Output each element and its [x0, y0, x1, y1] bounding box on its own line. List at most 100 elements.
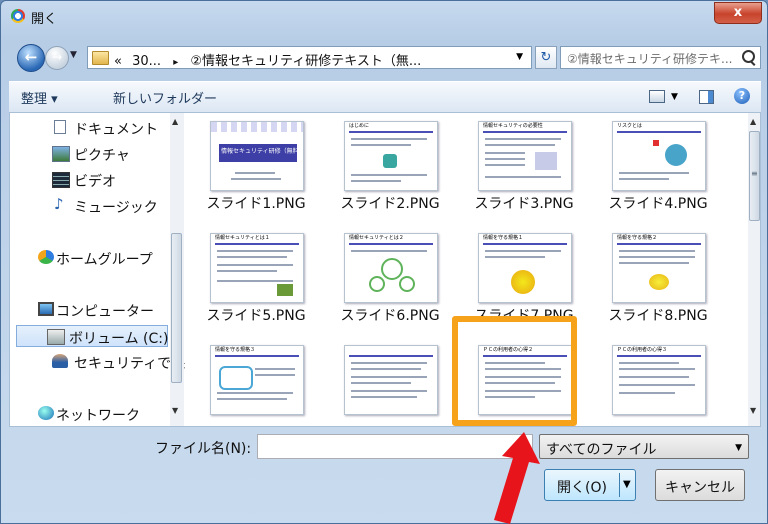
sidebar-item-security[interactable]: セキュリティで保	[10, 351, 185, 373]
sidebar-item-documents[interactable]: ドキュメント	[10, 117, 178, 139]
open-button[interactable]: 開く(O) ▼	[544, 469, 636, 501]
red-arrow-annotation	[494, 432, 540, 524]
file-thumbnail: 情報を守る規格３	[210, 345, 304, 415]
open-button-label: 開く(O)	[557, 480, 607, 496]
file-thumbnail: ＰＣの利用者の心得３	[612, 345, 706, 415]
file-item[interactable]: 情報セキュリティの必要性 スライド3.PNG	[462, 113, 582, 213]
file-thumbnail: 情報を守る規格２	[612, 233, 706, 303]
sidebar-item-label: ミュージック	[74, 200, 158, 216]
command-bar: 整理 ▾ 新しいフォルダー ▼ ?	[9, 81, 761, 113]
refresh-button[interactable]: ↻	[535, 46, 557, 69]
window-title: 開く	[31, 12, 58, 27]
sidebar-item-label: ホームグループ	[56, 252, 153, 268]
chevron-down-icon: ▼	[735, 443, 742, 453]
network-icon	[38, 406, 54, 420]
sidebar-item-label: ドキュメント	[74, 122, 158, 138]
breadcrumb-segment-2[interactable]: ②情報セキュリティ研修テキスト（無...	[190, 54, 421, 69]
scroll-up-icon[interactable]: ▲	[172, 117, 178, 126]
thumbnail-title: はじめに	[349, 123, 370, 129]
sidebar-scrollbar[interactable]: ▲ ▼	[170, 113, 184, 426]
thumbnail-title: 情報を守る規格２	[617, 235, 658, 241]
sidebar-item-volume-c[interactable]: ボリューム (C:)	[16, 325, 168, 347]
navigation-bar: ← → ▼ « 30... ▸ ②情報セキュリティ研修テキスト（無... ▼ ↻…	[9, 37, 761, 79]
file-name: スライド2.PNG	[340, 196, 440, 212]
user-icon	[52, 354, 68, 368]
sidebar-item-pictures[interactable]: ピクチャ	[10, 143, 178, 165]
file-name: スライド8.PNG	[608, 308, 708, 324]
open-options-dropdown-icon[interactable]: ▼	[623, 479, 631, 490]
file-list-scrollbar[interactable]: ▲ ≡ ▼	[748, 113, 760, 426]
file-item[interactable]: 情報を守る規格３	[194, 337, 314, 426]
breadcrumb-segment-1[interactable]: 30...	[132, 54, 161, 69]
sidebar-item-homegroup[interactable]: ホームグループ	[10, 247, 178, 269]
thumbnail-title: 情報を守る規格１	[483, 235, 524, 241]
split-divider	[619, 473, 620, 497]
file-thumbnail	[344, 345, 438, 415]
drive-icon	[47, 329, 65, 345]
sidebar-item-network[interactable]: ネットワーク	[10, 403, 178, 425]
thumbnail-title: リスクとは	[617, 123, 643, 129]
file-thumbnail: 情報セキュリティとは２	[344, 233, 438, 303]
search-input[interactable]: ②情報セキュリティ研修テキ...	[560, 46, 761, 69]
cancel-button[interactable]: キャンセル	[655, 469, 745, 501]
help-icon[interactable]: ?	[734, 88, 750, 104]
back-button[interactable]: ←	[17, 44, 45, 72]
thumbnail-title: 情報セキュリティ研修（無料トライアル版）	[221, 148, 303, 155]
file-thumbnail: 情報セキュリティ研修（無料トライアル版）	[210, 121, 304, 191]
file-name: スライド1.PNG	[206, 196, 306, 212]
address-bar[interactable]: « 30... ▸ ②情報セキュリティ研修テキスト（無... ▼	[87, 46, 532, 69]
breadcrumb-prefix[interactable]: «	[114, 54, 122, 69]
file-thumbnail: リスクとは	[612, 121, 706, 191]
file-thumbnail: 情報セキュリティとは１	[210, 233, 304, 303]
file-item[interactable]: リスクとは スライド4.PNG	[596, 113, 716, 213]
sidebar-item-videos[interactable]: ビデオ	[10, 169, 178, 191]
close-button[interactable]: x	[714, 2, 762, 24]
sidebar-item-music[interactable]: ♪ ミュージック	[10, 195, 178, 217]
scroll-down-icon[interactable]: ▼	[750, 406, 756, 415]
highlight-box	[452, 316, 577, 426]
file-item[interactable]	[328, 337, 448, 426]
computer-icon	[38, 302, 54, 316]
file-item[interactable]: 情報セキュリティとは１ スライド5.PNG	[194, 225, 314, 325]
homegroup-icon	[38, 250, 54, 264]
chrome-icon	[11, 9, 25, 23]
scroll-up-icon[interactable]: ▲	[750, 117, 756, 126]
file-thumbnail: 情報セキュリティの必要性	[478, 121, 572, 191]
file-name: スライド3.PNG	[474, 196, 574, 212]
file-item[interactable]: はじめに スライド2.PNG	[328, 113, 448, 213]
recent-locations-dropdown[interactable]: ▼	[70, 50, 77, 60]
file-item[interactable]: ＰＣの利用者の心得３	[596, 337, 716, 426]
scroll-grip-icon: ≡	[751, 169, 758, 178]
file-item[interactable]: 情報セキュリティとは２ スライド6.PNG	[328, 225, 448, 325]
sidebar-item-label: ボリューム (C:)	[69, 331, 169, 347]
preview-pane-icon[interactable]	[699, 90, 714, 104]
file-item[interactable]: 情報を守る規格１ スライド7.PNG	[462, 225, 582, 325]
view-options-icon[interactable]	[649, 90, 665, 103]
folder-icon	[92, 51, 109, 65]
breadcrumb-separator: ▸	[173, 57, 179, 68]
sidebar-item-label: ネットワーク	[56, 408, 140, 424]
file-thumbnail: はじめに	[344, 121, 438, 191]
sidebar-item-computer[interactable]: コンピューター	[10, 299, 178, 321]
open-file-dialog: 開く x ← → ▼ « 30... ▸ ②情報セキュリティ研修テキスト（無..…	[0, 0, 768, 524]
organize-button[interactable]: 整理 ▾	[21, 88, 58, 107]
content-area: ドキュメント ピクチャ ビデオ ♪ ミュージック ホームグループ コンピューター	[9, 112, 761, 427]
cancel-button-label: キャンセル	[665, 480, 735, 496]
music-icon: ♪	[54, 195, 64, 213]
search-placeholder: ②情報セキュリティ研修テキ...	[567, 52, 733, 66]
title-bar: 開く x	[1, 1, 767, 31]
file-type-select[interactable]: すべてのファイル ▼	[539, 434, 749, 459]
search-icon[interactable]	[742, 50, 755, 63]
thumbnail-title: 情報を守る規格３	[215, 347, 256, 353]
sidebar-item-label: コンピューター	[56, 304, 154, 320]
view-dropdown-icon[interactable]: ▼	[671, 92, 678, 102]
sidebar-scroll-thumb[interactable]	[171, 233, 182, 383]
new-folder-button[interactable]: 新しいフォルダー	[113, 88, 217, 107]
video-icon	[52, 172, 70, 188]
file-item[interactable]: 情報を守る規格２ スライド8.PNG	[596, 225, 716, 325]
scroll-down-icon[interactable]: ▼	[172, 406, 178, 415]
forward-button[interactable]: →	[45, 46, 69, 70]
address-dropdown-icon[interactable]: ▼	[516, 52, 523, 62]
file-item[interactable]: 情報セキュリティ研修（無料トライアル版） スライド1.PNG	[194, 113, 314, 213]
sidebar-item-label: ビデオ	[74, 174, 116, 190]
